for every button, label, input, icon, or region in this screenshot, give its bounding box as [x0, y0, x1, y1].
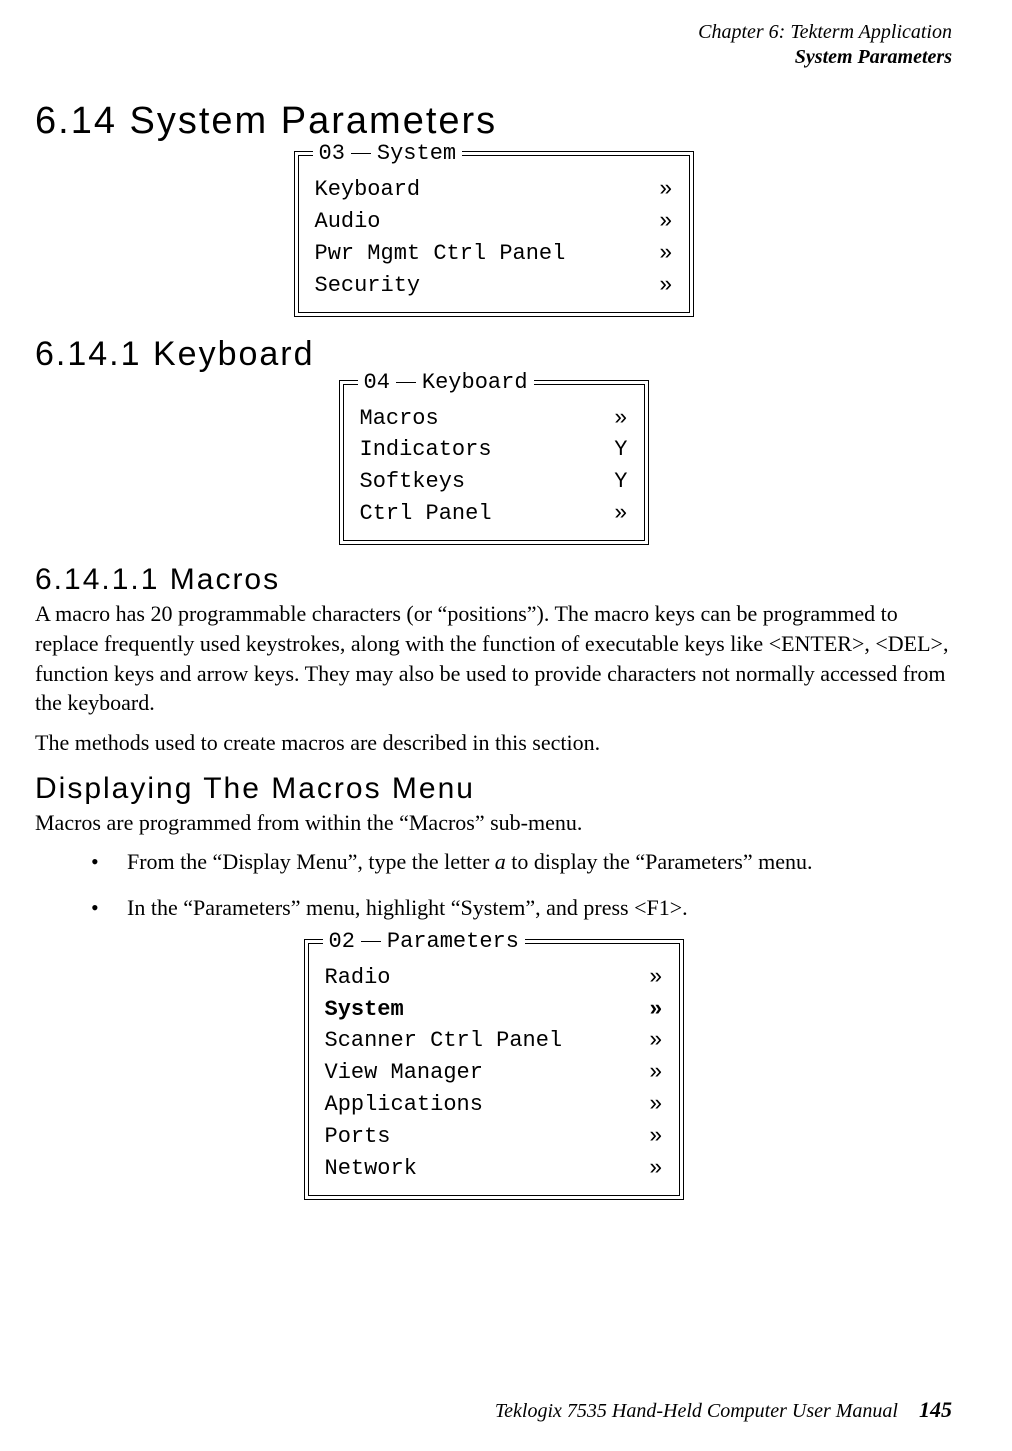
- menu-row-value: »: [649, 1089, 662, 1121]
- instruction-list: From the “Display Menu”, type the letter…: [35, 847, 952, 922]
- menu-row: Pwr Mgmt Ctrl Panel »: [315, 238, 673, 270]
- menu-row-value: »: [659, 174, 672, 206]
- menu-keyboard-outer: 04 Keyboard Macros » Indicators Y Softke…: [339, 380, 649, 546]
- menu-row-label: View Manager: [325, 1057, 483, 1089]
- menu-row-label: Scanner Ctrl Panel: [325, 1025, 563, 1057]
- header-chapter: Chapter 6: Tekterm Application: [35, 20, 952, 45]
- menu-keyboard-legend-title: Keyboard: [422, 370, 528, 395]
- legend-dash-icon: [361, 941, 381, 942]
- list-item-text-a: From the “Display Menu”, type the letter: [127, 849, 495, 874]
- legend-dash-icon: [351, 153, 371, 154]
- menu-row: Audio »: [315, 206, 673, 238]
- menu-row-label: Radio: [325, 962, 391, 994]
- list-item: In the “Parameters” menu, highlight “Sys…: [91, 893, 952, 923]
- menu-row-value: »: [659, 206, 672, 238]
- menu-row-value: »: [649, 1121, 662, 1153]
- menu-row-value: »: [614, 498, 627, 530]
- menu-row: View Manager »: [325, 1057, 663, 1089]
- menu-row: Macros »: [360, 403, 628, 435]
- menu-row-label: Network: [325, 1153, 417, 1185]
- menu-row: Keyboard »: [315, 174, 673, 206]
- legend-dash-icon: [396, 382, 416, 383]
- page-footer: Teklogix 7535 Hand-Held Computer User Ma…: [495, 1397, 952, 1423]
- menu-row: Network »: [325, 1153, 663, 1185]
- menu-row: Ports »: [325, 1121, 663, 1153]
- menu-parameters-legend-title: Parameters: [387, 929, 519, 954]
- menu-row-value: Y: [614, 466, 627, 498]
- menu-parameters-inner: 02 Parameters Radio » System » Scanner C…: [308, 943, 680, 1196]
- menu-row-label: Pwr Mgmt Ctrl Panel: [315, 238, 566, 270]
- menu-system-legend: 03 System: [313, 141, 463, 166]
- list-item-text-b: to display the “Parameters” menu.: [506, 849, 813, 874]
- list-item: From the “Display Menu”, type the letter…: [91, 847, 952, 877]
- menu-row-value: Y: [614, 434, 627, 466]
- paragraph-macros-methods: The methods used to create macros are de…: [35, 728, 952, 758]
- menu-row: Softkeys Y: [360, 466, 628, 498]
- menu-row-value: »: [659, 270, 672, 302]
- menu-row-value: »: [649, 994, 662, 1026]
- menu-system-wrap: 03 System Keyboard » Audio » Pwr Mgmt Ct…: [35, 151, 952, 317]
- menu-row-value: »: [659, 238, 672, 270]
- menu-row-label: Keyboard: [315, 174, 421, 206]
- menu-row-label: Softkeys: [360, 466, 466, 498]
- menu-row-value: »: [649, 1057, 662, 1089]
- menu-row: Ctrl Panel »: [360, 498, 628, 530]
- menu-system-legend-num: 03: [319, 141, 345, 166]
- menu-row: Scanner Ctrl Panel »: [325, 1025, 663, 1057]
- list-item-text: In the “Parameters” menu, highlight “Sys…: [127, 895, 688, 920]
- menu-row: Indicators Y: [360, 434, 628, 466]
- menu-row-value: »: [649, 1025, 662, 1057]
- heading-6-14: 6.14 System Parameters: [35, 100, 952, 143]
- menu-keyboard-inner: 04 Keyboard Macros » Indicators Y Softke…: [343, 384, 645, 542]
- menu-row: Security »: [315, 270, 673, 302]
- menu-row-label: System: [325, 994, 404, 1026]
- menu-row: Applications »: [325, 1089, 663, 1121]
- menu-keyboard-wrap: 04 Keyboard Macros » Indicators Y Softke…: [35, 380, 952, 546]
- menu-row: Radio »: [325, 962, 663, 994]
- menu-parameters-outer: 02 Parameters Radio » System » Scanner C…: [304, 939, 684, 1200]
- menu-parameters-legend: 02 Parameters: [323, 929, 525, 954]
- menu-system-inner: 03 System Keyboard » Audio » Pwr Mgmt Ct…: [298, 155, 690, 313]
- menu-parameters-legend-num: 02: [329, 929, 355, 954]
- menu-keyboard-legend: 04 Keyboard: [358, 370, 534, 395]
- menu-row-highlighted: System »: [325, 994, 663, 1026]
- heading-6-14-1-1: 6.14.1.1 Macros: [35, 563, 952, 597]
- menu-row-label: Applications: [325, 1089, 483, 1121]
- menu-row-label: Security: [315, 270, 421, 302]
- footer-page-number: 145: [919, 1397, 952, 1422]
- heading-displaying-macros-menu: Displaying The Macros Menu: [35, 772, 952, 806]
- menu-system-legend-title: System: [377, 141, 456, 166]
- menu-row-label: Indicators: [360, 434, 492, 466]
- menu-row-label: Macros: [360, 403, 439, 435]
- menu-row-value: »: [649, 1153, 662, 1185]
- menu-row-label: Audio: [315, 206, 381, 238]
- menu-system-outer: 03 System Keyboard » Audio » Pwr Mgmt Ct…: [294, 151, 694, 317]
- menu-keyboard-legend-num: 04: [364, 370, 390, 395]
- menu-row-value: »: [649, 962, 662, 994]
- menu-row-value: »: [614, 403, 627, 435]
- paragraph-macros-description: A macro has 20 programmable characters (…: [35, 599, 952, 718]
- paragraph-macros-submenu: Macros are programmed from within the “M…: [35, 808, 952, 838]
- menu-row-label: Ports: [325, 1121, 391, 1153]
- heading-6-14-1: 6.14.1 Keyboard: [35, 335, 952, 374]
- list-item-emphasis: a: [495, 849, 506, 874]
- running-header: Chapter 6: Tekterm Application System Pa…: [35, 20, 952, 70]
- footer-book-title: Teklogix 7535 Hand-Held Computer User Ma…: [495, 1400, 898, 1422]
- menu-row-label: Ctrl Panel: [360, 498, 492, 530]
- menu-parameters-wrap: 02 Parameters Radio » System » Scanner C…: [35, 939, 952, 1200]
- header-section: System Parameters: [35, 45, 952, 70]
